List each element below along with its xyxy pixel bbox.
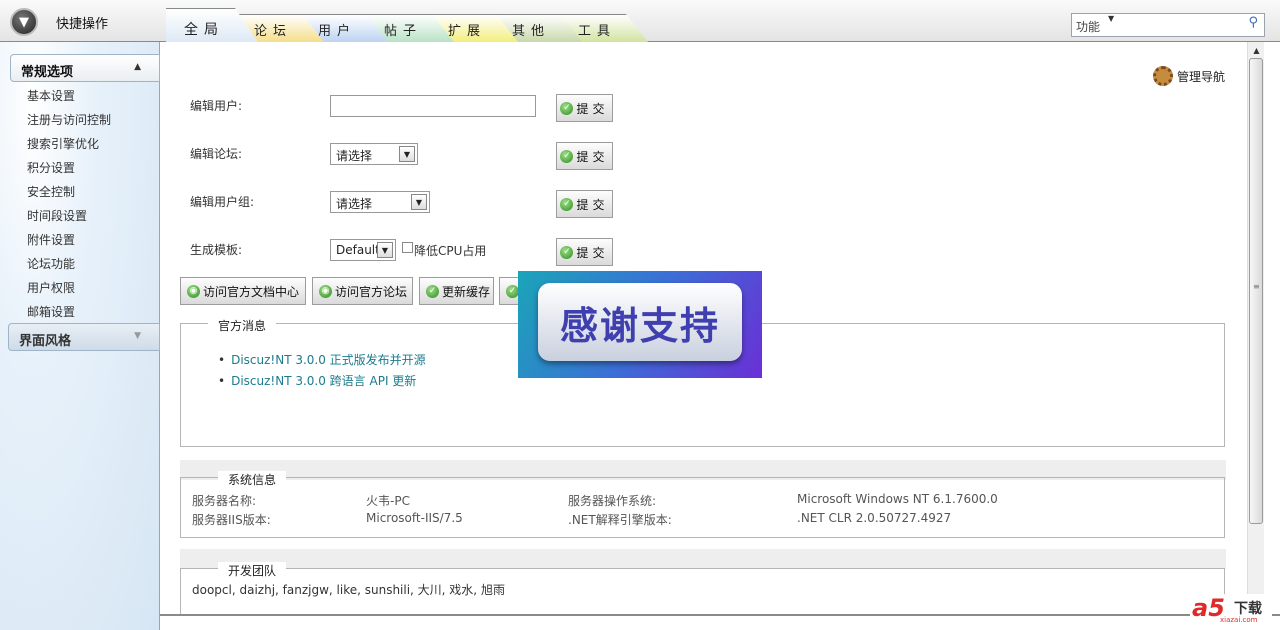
sysinfo-legend: 系统信息 xyxy=(218,471,287,488)
reduce-cpu-checkbox[interactable] xyxy=(402,242,413,253)
banner-plate: 感谢支持 xyxy=(538,283,742,361)
sidebar-item-basic[interactable]: 基本设置 xyxy=(27,87,75,104)
docs-center-button[interactable]: ◉ 访问官方文档中心 xyxy=(180,277,306,305)
quick-ops[interactable]: ▼ 快捷操作 xyxy=(10,8,108,36)
sidebar: 常规选项 ▲ 基本设置 注册与访问控制 搜索引擎优化 积分设置 安全控制 时间段… xyxy=(0,42,160,630)
sidebar-item-security[interactable]: 安全控制 xyxy=(27,183,75,200)
news-link[interactable]: • Discuz!NT 3.0.0 跨语言 API 更新 xyxy=(218,372,416,389)
gen-template-label: 生成模板: xyxy=(190,243,243,257)
team-legend: 开发团队 xyxy=(218,562,287,579)
top-toolbar: ▼ 快捷操作 工具 其他 扩展 帖子 用户 论坛 全局 功能 ▼ ⚲ xyxy=(0,0,1280,42)
search-icon[interactable]: ⚲ xyxy=(1248,15,1258,30)
template-select[interactable]: Default ▼ xyxy=(330,239,396,261)
sidebar-item-register[interactable]: 注册与访问控制 xyxy=(27,111,111,128)
check-icon: ✓ xyxy=(560,245,574,259)
sidebar-section-ui[interactable]: 界面风格 ▼ xyxy=(8,323,160,351)
sidebar-item-mail[interactable]: 邮箱设置 xyxy=(27,303,75,320)
sidebar-item-permissions[interactable]: 用户权限 xyxy=(27,279,75,296)
admin-nav-link[interactable]: 管理导航 xyxy=(1153,66,1225,86)
official-news-legend: 官方消息 xyxy=(208,317,277,334)
sysinfo-panel xyxy=(180,477,1225,538)
submit-group-button[interactable]: ✓ 提交 xyxy=(556,190,613,218)
globe-icon: ◉ xyxy=(319,284,332,298)
server-os-label: 服务器操作系统: xyxy=(568,494,657,508)
collapse-arrow-icon[interactable]: ▲ xyxy=(134,62,141,72)
edit-user-label: 编辑用户: xyxy=(190,99,243,113)
edit-user-input[interactable] xyxy=(330,95,536,117)
check-icon: ✓ xyxy=(426,284,439,298)
scroll-thumb[interactable]: ≡ xyxy=(1249,58,1263,524)
server-os-value: Microsoft Windows NT 6.1.7600.0 xyxy=(797,492,998,506)
news-link[interactable]: • Discuz!NT 3.0.0 正式版发布并开源 xyxy=(218,351,426,368)
check-icon: ✓ xyxy=(560,149,574,163)
submit-forum-button[interactable]: ✓ 提交 xyxy=(556,142,613,170)
sidebar-item-timeperiod[interactable]: 时间段设置 xyxy=(27,207,87,224)
check-icon: ✓ xyxy=(560,101,574,115)
edit-group-label: 编辑用户组: xyxy=(190,195,255,209)
ship-wheel-icon xyxy=(1153,66,1173,86)
quick-ops-label: 快捷操作 xyxy=(56,16,109,32)
refresh-cache-button[interactable]: ✓ 更新缓存 xyxy=(419,277,494,305)
bottom-border xyxy=(160,614,1280,616)
official-forum-button[interactable]: ◉ 访问官方论坛 xyxy=(312,277,413,305)
watermark-logo: a5 下载 xiazai.com xyxy=(1190,594,1272,626)
team-band xyxy=(180,549,1226,569)
net-label: .NET解释引擎版本: xyxy=(568,513,672,527)
banner-text: 感谢支持 xyxy=(559,303,720,348)
server-name-value: 火韦-PC xyxy=(366,494,410,508)
iis-value: Microsoft-IIS/7.5 xyxy=(366,511,463,525)
caret-down-icon[interactable]: ▼ xyxy=(1108,14,1114,23)
server-name-label: 服务器名称: xyxy=(192,494,257,508)
search-category[interactable]: 功能 xyxy=(1076,18,1100,35)
globe-icon: ◉ xyxy=(187,284,200,298)
vertical-scrollbar[interactable]: ▲ ≡ ▼ xyxy=(1247,42,1264,614)
down-arrow-icon[interactable]: ▼ xyxy=(10,8,38,36)
thanks-banner: 感谢支持 xyxy=(518,271,762,378)
scroll-up-icon[interactable]: ▲ xyxy=(1248,44,1265,58)
dropdown-arrow-icon[interactable]: ▼ xyxy=(377,242,393,258)
iis-label: 服务器IIS版本: xyxy=(192,513,271,527)
net-value: .NET CLR 2.0.50727.4927 xyxy=(797,511,952,525)
forum-select[interactable]: 请选择 ▼ xyxy=(330,143,418,165)
reduce-cpu-label: 降低CPU占用 xyxy=(414,244,487,258)
submit-template-button[interactable]: ✓ 提交 xyxy=(556,238,613,266)
check-icon: ✓ xyxy=(560,197,574,211)
dropdown-arrow-icon[interactable]: ▼ xyxy=(411,194,427,210)
edit-forum-label: 编辑论坛: xyxy=(190,147,243,161)
group-select[interactable]: 请选择 ▼ xyxy=(330,191,430,213)
expand-arrow-icon[interactable]: ▼ xyxy=(134,331,141,341)
team-members: doopcl, daizhj, fanzjgw, like, sunshili,… xyxy=(192,583,505,597)
sidebar-item-attachments[interactable]: 附件设置 xyxy=(27,231,75,248)
search-box[interactable]: 功能 ▼ ⚲ xyxy=(1071,13,1265,37)
sidebar-item-seo[interactable]: 搜索引擎优化 xyxy=(27,135,99,152)
sidebar-item-forum-features[interactable]: 论坛功能 xyxy=(27,255,75,272)
submit-user-button[interactable]: ✓ 提交 xyxy=(556,94,613,122)
sidebar-section-general[interactable]: 常规选项 ▲ xyxy=(10,54,160,82)
grip-icon: ≡ xyxy=(1253,282,1260,291)
tab-global[interactable]: 全局 xyxy=(166,8,258,42)
sidebar-item-credits[interactable]: 积分设置 xyxy=(27,159,75,176)
dropdown-arrow-icon[interactable]: ▼ xyxy=(399,146,415,162)
